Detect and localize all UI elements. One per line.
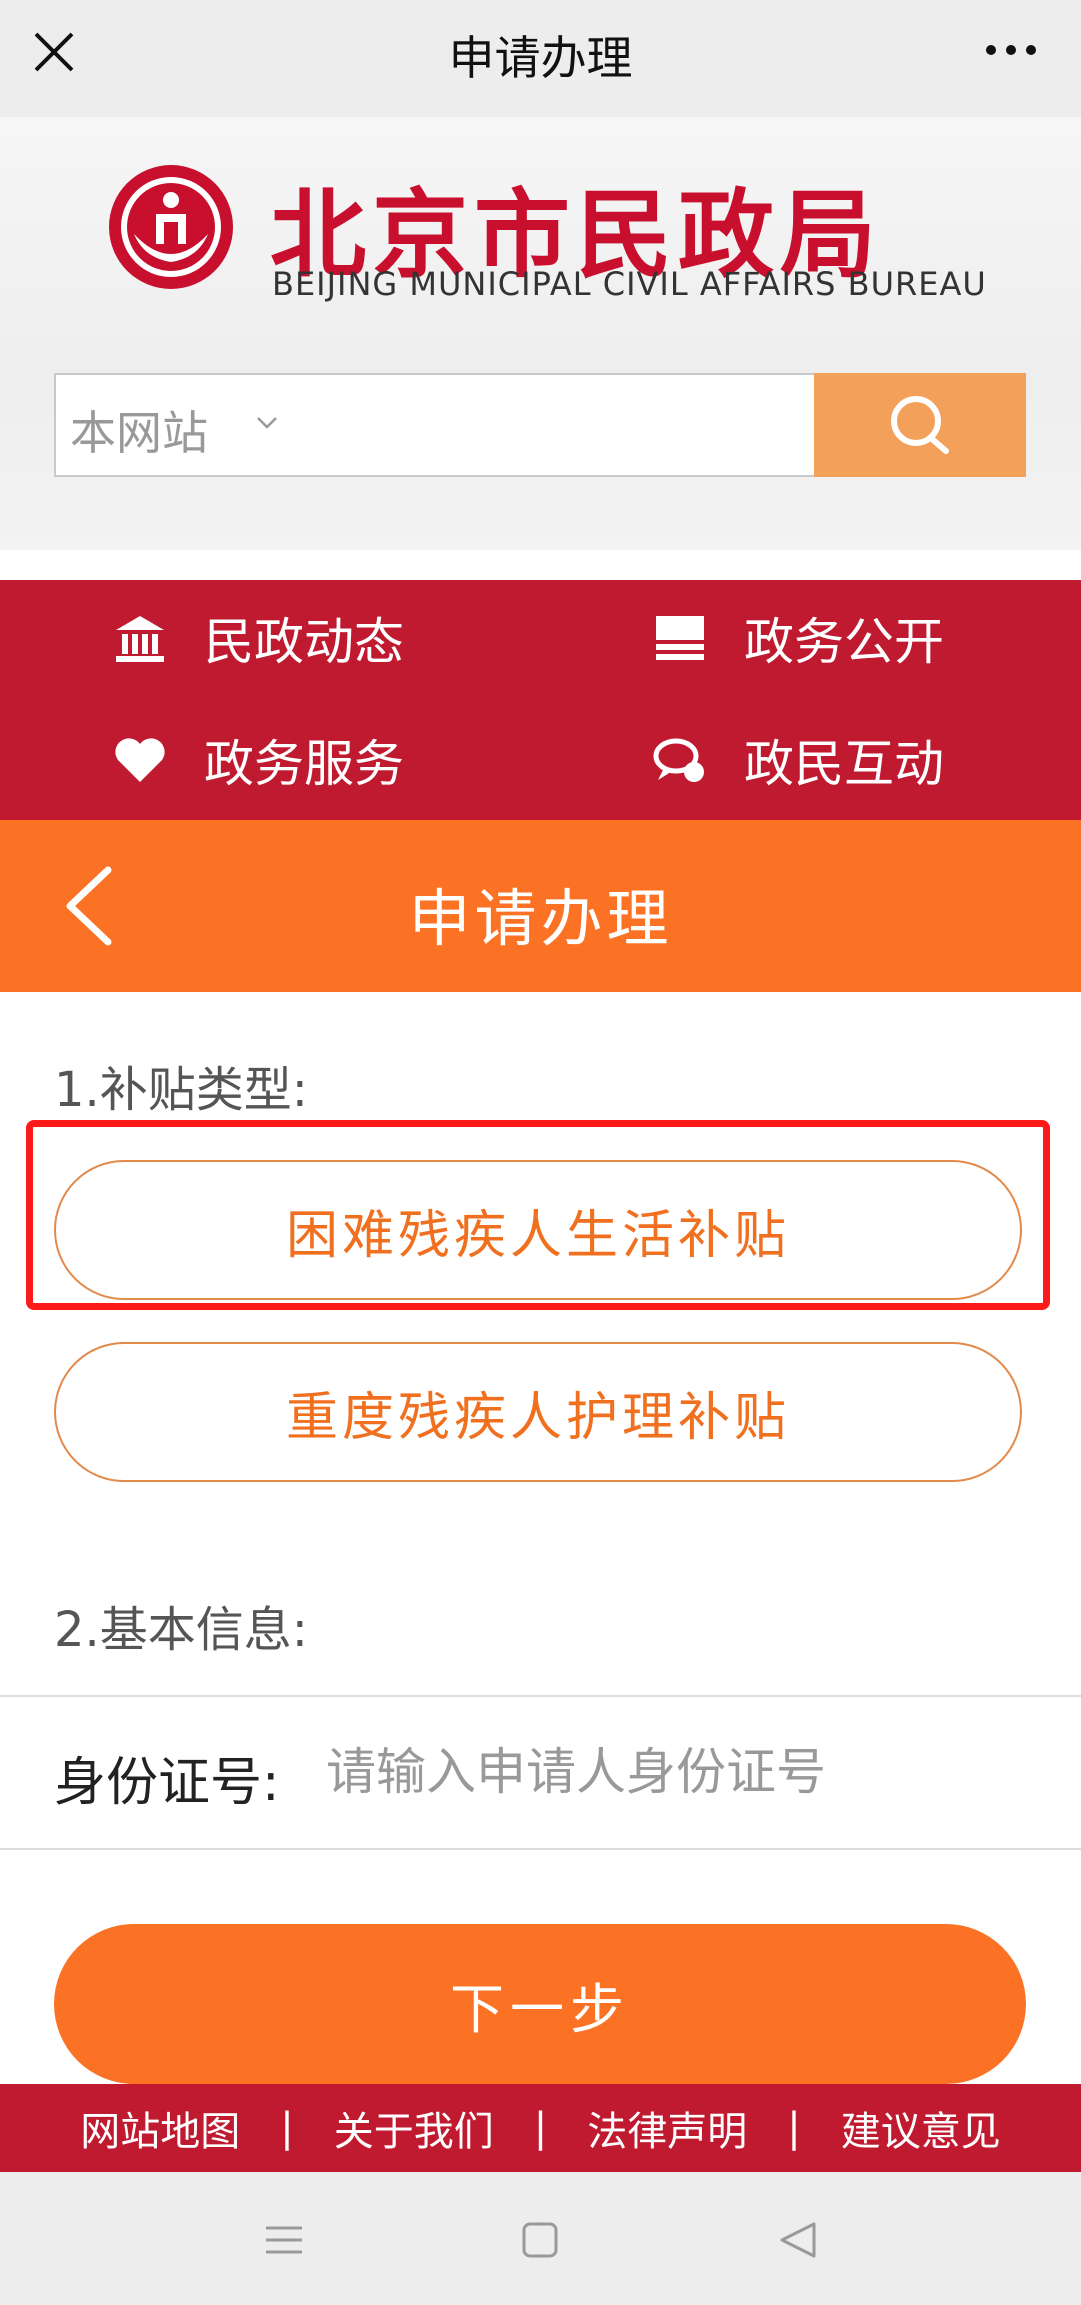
page-header: 申请办理 <box>0 820 1081 992</box>
section-basic-info: 2.基本信息: <box>54 1602 308 1658</box>
search-icon <box>891 396 949 454</box>
footer-separator: | <box>787 2105 801 2151</box>
chat-icon <box>650 730 710 790</box>
footer-link-sitemap[interactable]: 网站地图 <box>80 2099 240 2157</box>
nav-item-services[interactable]: 政务服务 <box>110 720 404 800</box>
search-button[interactable] <box>814 373 1026 477</box>
site-footer: 网站地图 | 关于我们 | 法律声明 | 建议意见 <box>0 2084 1081 2172</box>
footer-link-feedback[interactable]: 建议意见 <box>841 2099 1001 2157</box>
footer-separator: | <box>280 2105 294 2151</box>
heart-icon <box>110 730 170 790</box>
divider <box>0 1695 1081 1697</box>
footer-link-about[interactable]: 关于我们 <box>334 2099 494 2157</box>
nav-item-disclosure[interactable]: 政务公开 <box>650 598 944 678</box>
id-number-label: 身份证号: <box>54 1753 280 1813</box>
menu-icon[interactable] <box>260 2216 308 2264</box>
top-bar-title: 申请办理 <box>448 31 633 85</box>
system-nav-bar <box>0 2172 1081 2305</box>
subsidy-option-care[interactable]: 重度残疾人护理补贴 <box>54 1342 1022 1482</box>
stack-icon <box>650 608 710 668</box>
nav-item-label: 民政动态 <box>204 613 404 671</box>
search-input[interactable]: 本网站 <box>54 373 818 477</box>
nav-item-label: 政民互动 <box>744 735 944 793</box>
id-number-input[interactable] <box>326 1736 1026 1808</box>
divider <box>0 1848 1081 1850</box>
nav-item-news[interactable]: 民政动态 <box>110 598 404 678</box>
nav-item-label: 政务服务 <box>204 735 404 793</box>
search-bar: 本网站 <box>54 373 1026 477</box>
search-scope-select[interactable]: 本网站 <box>70 397 208 463</box>
next-step-button[interactable]: 下一步 <box>54 1924 1026 2084</box>
section-subsidy-type: 1.补贴类型: <box>54 1062 308 1118</box>
bureau-emblem-icon <box>109 165 233 289</box>
top-bar: 申请办理 <box>0 0 1081 117</box>
more-icon[interactable] <box>981 30 1041 70</box>
highlight-box <box>26 1120 1050 1310</box>
back-triangle-icon[interactable] <box>774 2216 822 2264</box>
footer-separator: | <box>533 2105 548 2151</box>
nav-item-label: 政务公开 <box>744 613 944 671</box>
nav-item-interaction[interactable]: 政民互动 <box>650 720 944 800</box>
site-name-en: BEIJING MUNICIPAL CIVIL AFFAIRS BUREAU <box>272 265 987 303</box>
chevron-down-icon[interactable] <box>256 415 278 431</box>
site-header: 北京市民政局 BEIJING MUNICIPAL CIVIL AFFAIRS B… <box>0 117 1081 550</box>
footer-link-legal[interactable]: 法律声明 <box>587 2099 747 2157</box>
building-icon <box>110 608 170 668</box>
page-title: 申请办理 <box>408 882 673 955</box>
main-nav: 民政动态 政务公开 政务服务 政民互动 <box>0 580 1081 820</box>
home-square-icon[interactable] <box>516 2216 564 2264</box>
